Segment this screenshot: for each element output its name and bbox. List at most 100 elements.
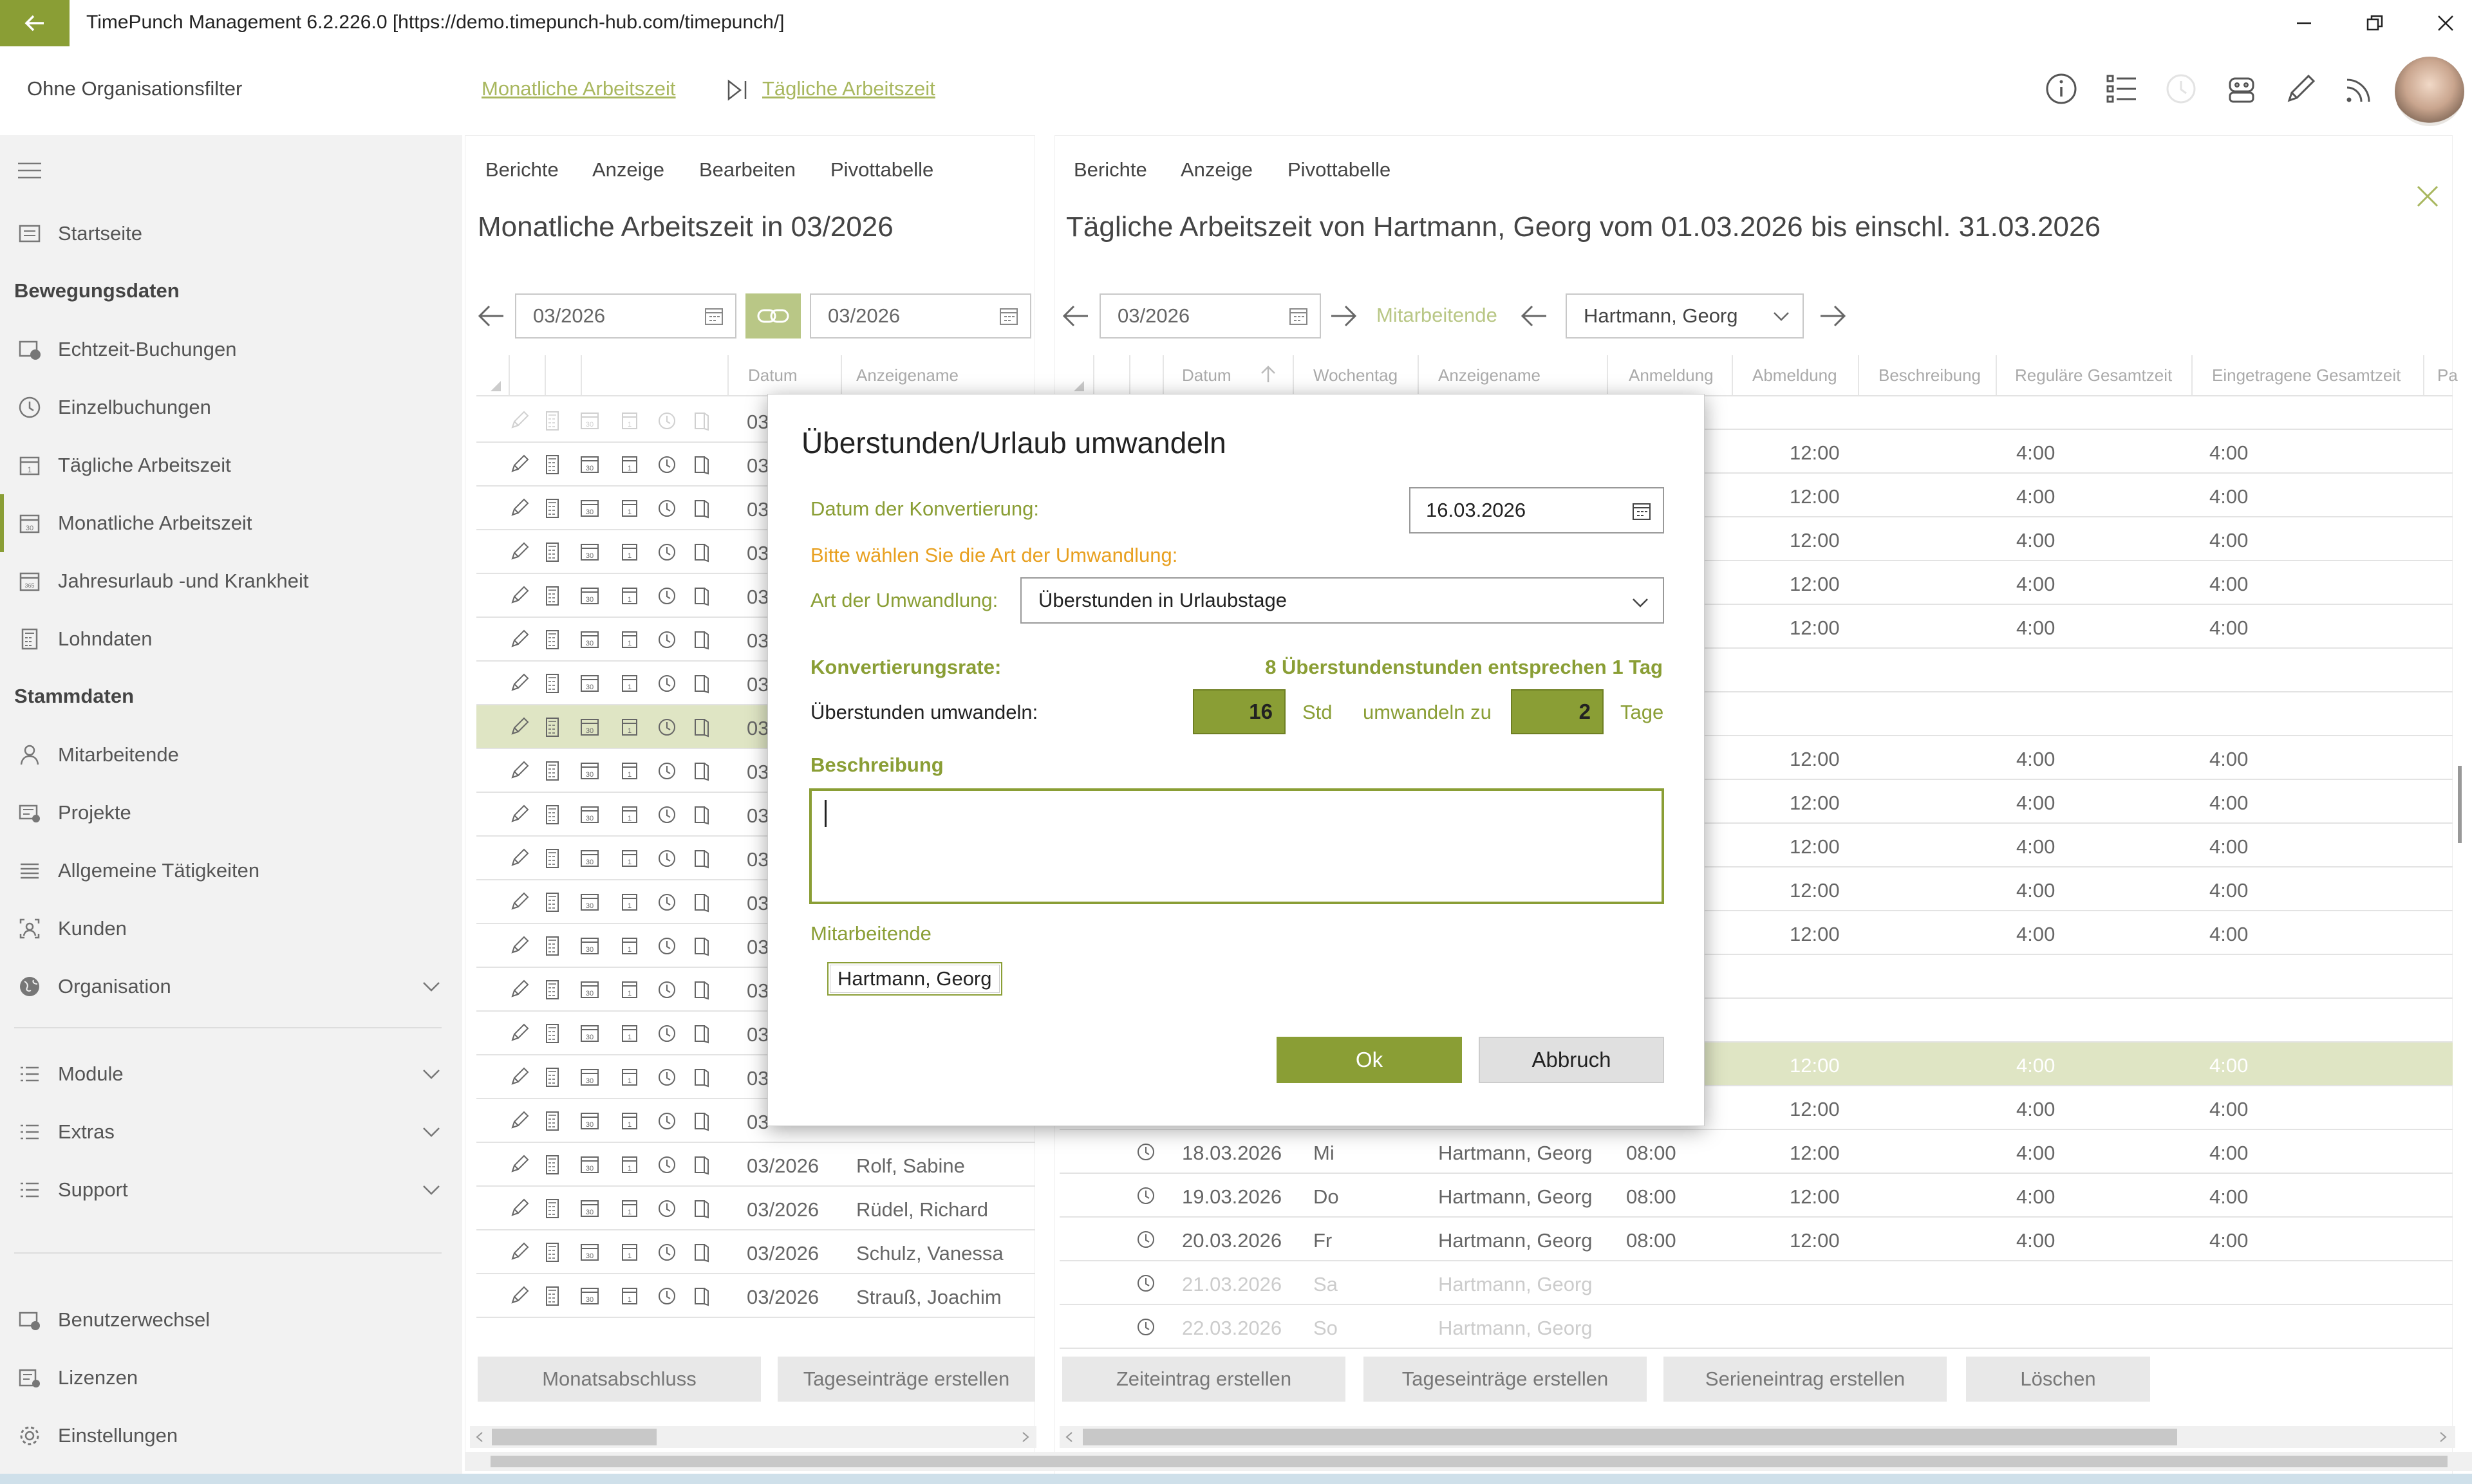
prev-employee-arrow[interactable] (1518, 301, 1550, 331)
pencil-icon[interactable] (510, 717, 530, 737)
calendar-icon[interactable] (998, 305, 1020, 327)
pencil-icon[interactable] (510, 804, 530, 825)
bottom-scrollbar[interactable] (465, 1452, 2472, 1471)
feed-button[interactable] (2341, 70, 2379, 108)
col-anzeigename[interactable]: Anzeigename (856, 366, 959, 385)
close-panel-button[interactable] (2415, 184, 2440, 209)
sidebar-item-support[interactable]: Support (0, 1161, 462, 1219)
close-window-button[interactable] (2410, 0, 2472, 46)
sidebar-item-taetigkeiten[interactable]: Allgemeine Tätigkeiten (0, 842, 462, 900)
checklist-button[interactable] (2102, 70, 2141, 108)
back-button[interactable] (0, 0, 70, 46)
organization-filter[interactable]: Ohne Organisationsfilter (27, 77, 242, 100)
edit-button[interactable] (2281, 70, 2320, 108)
days-input[interactable]: 2 (1511, 689, 1604, 734)
sidebar-item-module[interactable]: Module (0, 1045, 462, 1103)
calendar-icon[interactable] (1288, 305, 1309, 327)
pencil-icon[interactable] (510, 848, 530, 869)
horizontal-scrollbar[interactable] (470, 1426, 1036, 1448)
table-row[interactable]: 30 1 Rolf, Sabine 03/2026 (476, 1143, 1035, 1187)
col-datum-daily[interactable]: Datum (1182, 366, 1231, 385)
robot-button[interactable] (2222, 70, 2261, 108)
clock-icon[interactable] (1136, 1273, 1156, 1294)
menu-berichte[interactable]: Berichte (485, 158, 559, 181)
col-anmeldung[interactable]: Anmeldung (1629, 366, 1714, 385)
left-tageseintraege-button[interactable]: Tageseinträge erstellen (778, 1357, 1035, 1402)
col-abmeldung[interactable]: Abmeldung (1752, 366, 1837, 385)
sidebar-item-benutzerwechsel[interactable]: Benutzerwechsel (0, 1291, 462, 1349)
beschreibung-textarea[interactable] (809, 788, 1664, 904)
date-from-input[interactable]: 03/2026 (515, 293, 736, 339)
table-row[interactable]: 18.03.2026 Mi Hartmann, Georg 08:00 12:00 4:0… (1060, 1130, 2453, 1174)
col-regulaere-gesamtzeit[interactable]: Reguläre Gesamtzeit (2015, 366, 2172, 385)
pencil-icon[interactable] (510, 1198, 530, 1219)
pencil-icon[interactable] (510, 629, 530, 650)
minimize-button[interactable] (2269, 0, 2339, 46)
hours-input[interactable]: 16 (1193, 689, 1286, 734)
table-row[interactable]: 30 1 Rüdel, Richard 03/2026 (476, 1187, 1035, 1230)
next-employee-arrow[interactable] (1817, 301, 1849, 331)
col-beschreibung[interactable]: Beschreibung (1878, 366, 1981, 385)
pencil-icon[interactable] (510, 498, 530, 519)
next-month-daily-arrow[interactable] (1327, 301, 1360, 331)
table-row[interactable]: 19.03.2026 Do Hartmann, Georg 08:00 12:00 4:0… (1060, 1174, 2453, 1218)
calendar-icon[interactable] (703, 305, 725, 327)
breadcrumb-daily[interactable]: Tägliche Arbeitszeit (762, 77, 935, 100)
sidebar-item-einstellungen[interactable]: Einstellungen (0, 1407, 462, 1465)
clock-icon[interactable] (1136, 1317, 1156, 1337)
pencil-icon[interactable] (510, 1155, 530, 1175)
calendar-icon[interactable] (1631, 500, 1653, 522)
link-dates-toggle[interactable] (745, 293, 801, 339)
pencil-icon[interactable] (510, 673, 530, 694)
pencil-icon[interactable] (510, 586, 530, 606)
pencil-icon[interactable] (510, 1111, 530, 1131)
pencil-icon[interactable] (510, 936, 530, 956)
pencil-icon[interactable] (510, 1286, 530, 1306)
pencil-icon[interactable] (510, 1067, 530, 1088)
loeschen-button[interactable]: Löschen (1966, 1357, 2150, 1402)
avatar[interactable] (2395, 57, 2464, 126)
table-row[interactable]: 21.03.2026 Sa Hartmann, Georg (1060, 1261, 2453, 1305)
restore-button[interactable] (2339, 0, 2410, 46)
sidebar-item-taegliche[interactable]: 1 Tägliche Arbeitszeit (0, 436, 462, 494)
menu-berichte-daily[interactable]: Berichte (1074, 158, 1147, 181)
datum-input[interactable]: 16.03.2026 (1409, 487, 1664, 533)
col-datum[interactable]: Datum (748, 366, 798, 385)
table-row[interactable]: 30 1 Schulz, Vanessa 03/2026 (476, 1230, 1035, 1274)
menu-anzeige[interactable]: Anzeige (592, 158, 664, 181)
col-pa[interactable]: Pa (2437, 366, 2458, 385)
col-anzeigename-daily[interactable]: Anzeigename (1438, 366, 1540, 385)
table-row[interactable]: 20.03.2026 Fr Hartmann, Georg 08:00 12:00 4:0… (1060, 1218, 2453, 1261)
monatsabschluss-button[interactable]: Monatsabschluss (478, 1357, 761, 1402)
pencil-icon[interactable] (510, 1242, 530, 1263)
art-select[interactable]: Überstunden in Urlaubstage (1020, 577, 1664, 624)
employee-chip[interactable]: Hartmann, Georg (827, 962, 1002, 996)
table-row[interactable]: 30 1 Strauß, Joachim 03/2026 (476, 1274, 1035, 1318)
sidebar-item-mitarbeitende[interactable]: Mitarbeitende (0, 726, 462, 784)
sidebar-item-kunden[interactable]: Kunden (0, 900, 462, 958)
sidebar-item-lohndaten[interactable]: Lohndaten (0, 610, 462, 668)
sidebar-item-projekte[interactable]: Projekte (0, 784, 462, 842)
history-button[interactable] (2162, 70, 2200, 108)
pencil-icon[interactable] (510, 761, 530, 781)
pencil-icon[interactable] (510, 979, 530, 1000)
sidebar-item-monatliche[interactable]: 30 Monatliche Arbeitszeit (0, 494, 462, 552)
sidebar-item-jahresurlaub[interactable]: 365 Jahresurlaub -und Krankheit (0, 552, 462, 610)
cancel-button[interactable]: Abbruch (1479, 1037, 1664, 1083)
sidebar-item-einzelbuchungen[interactable]: Einzelbuchungen (0, 378, 462, 436)
info-button[interactable] (2042, 70, 2081, 108)
date-to-input[interactable]: 03/2026 (810, 293, 1031, 339)
col-eingetragene-gesamtzeit[interactable]: Eingetragene Gesamtzeit (2212, 366, 2401, 385)
employee-select[interactable]: Hartmann, Georg (1566, 293, 1804, 339)
sidebar-item-echtzeit[interactable]: Echtzeit-Buchungen (0, 320, 462, 378)
prev-month-daily-arrow[interactable] (1060, 301, 1092, 331)
pencil-icon[interactable] (510, 411, 530, 431)
menu-pivottabelle-daily[interactable]: Pivottabelle (1288, 158, 1390, 181)
prev-month-arrow[interactable] (475, 301, 507, 331)
hamburger-menu-icon[interactable] (17, 161, 42, 180)
menu-anzeige-daily[interactable]: Anzeige (1181, 158, 1253, 181)
sidebar-item-lizenzen[interactable]: Lizenzen (0, 1349, 462, 1407)
sidebar-item-extras[interactable]: Extras (0, 1103, 462, 1161)
clock-icon[interactable] (1136, 1142, 1156, 1162)
right-tageseintraege-button[interactable]: Tageseinträge erstellen (1363, 1357, 1647, 1402)
